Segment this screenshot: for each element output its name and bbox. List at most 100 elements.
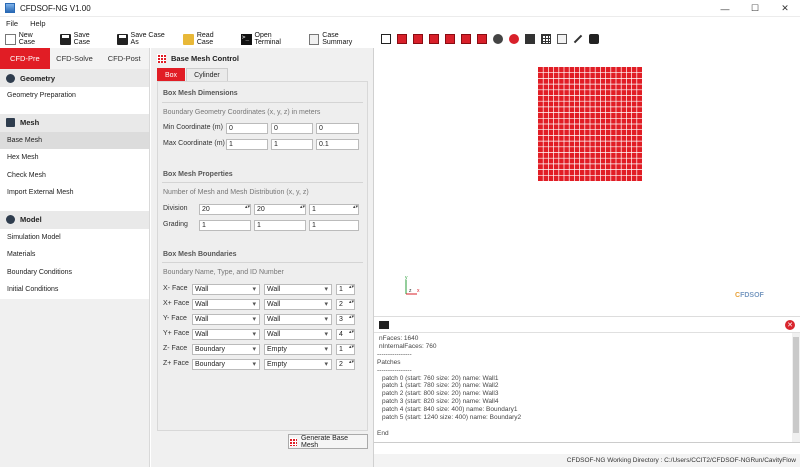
x-minus-id-spinbox[interactable]: 1 bbox=[336, 284, 355, 295]
generate-base-mesh-button[interactable]: Generate Base Mesh bbox=[288, 434, 368, 449]
surface-view-icon[interactable] bbox=[525, 34, 535, 44]
console-line: End bbox=[377, 429, 389, 437]
camera-icon[interactable] bbox=[589, 34, 599, 44]
z-minus-name-select[interactable]: Boundary bbox=[192, 344, 260, 355]
menu-help[interactable]: Help bbox=[24, 19, 51, 28]
x-minus-name-select[interactable]: Wall bbox=[192, 284, 260, 295]
max-y-field[interactable]: 1 bbox=[271, 139, 313, 150]
reset-view-icon[interactable] bbox=[509, 34, 519, 44]
mesh-viewport[interactable]: y z x CFDSOF bbox=[374, 48, 800, 316]
y-plus-id-spinbox[interactable]: 4 bbox=[336, 329, 355, 340]
shape-tabs: Box Cylinder bbox=[151, 68, 373, 81]
mesh-section-title: Mesh bbox=[20, 118, 40, 127]
view-cube-back-icon[interactable] bbox=[413, 34, 423, 44]
mesh-icon bbox=[6, 118, 15, 127]
tab-cfd-solve[interactable]: CFD-Solve bbox=[49, 48, 100, 69]
working-directory: CFDSOF-NG Working Directory : C:/Users/C… bbox=[566, 457, 796, 464]
y-minus-face-label: Y- Face bbox=[163, 315, 187, 322]
z-plus-id-spinbox[interactable]: 2 bbox=[336, 359, 355, 370]
view-cube-bottom-icon[interactable] bbox=[477, 34, 487, 44]
tab-cfd-pre[interactable]: CFD-Pre bbox=[0, 48, 50, 69]
view-cube-top-icon[interactable] bbox=[461, 34, 471, 44]
menu-file[interactable]: File bbox=[0, 19, 24, 28]
settings-tool-icon[interactable] bbox=[573, 34, 583, 44]
cfdsof-logo: CFDSOF bbox=[735, 292, 764, 299]
panel-title: Base Mesh Control bbox=[171, 53, 239, 63]
nav-spacer bbox=[0, 201, 149, 211]
nav-item-base-mesh[interactable]: Base Mesh bbox=[0, 131, 149, 149]
grading-x-field[interactable]: 1 bbox=[199, 220, 251, 231]
y-minus-name-select[interactable]: Wall bbox=[192, 314, 260, 325]
x-plus-name-select[interactable]: Wall bbox=[192, 299, 260, 310]
minimize-button[interactable]: — bbox=[710, 0, 740, 17]
view-cube-right-icon[interactable] bbox=[445, 34, 455, 44]
console-scrollbar[interactable] bbox=[792, 333, 800, 443]
tab-cfd-post[interactable]: CFD-Post bbox=[99, 48, 150, 69]
read-case-button[interactable]: Read Case bbox=[183, 31, 231, 47]
properties-title: Box Mesh Properties bbox=[163, 171, 233, 178]
max-x-field[interactable]: 1 bbox=[226, 139, 268, 150]
properties-description: Number of Mesh and Mesh Distribution (x,… bbox=[163, 189, 309, 196]
save-case-as-button[interactable]: Save Case As bbox=[116, 31, 173, 47]
orientation-axes: y z x bbox=[405, 275, 420, 295]
nav-item-initial-conditions[interactable]: Initial Conditions bbox=[0, 281, 149, 299]
nav-item-import-external-mesh[interactable]: Import External Mesh bbox=[0, 184, 149, 202]
console-line: patch 2 (start: 800 size: 20) name: Wall… bbox=[382, 390, 499, 398]
z-plus-name-select[interactable]: Boundary bbox=[192, 359, 260, 370]
boundaries-description: Boundary Name, Type, and ID Number bbox=[163, 269, 284, 276]
model-section-header[interactable]: Model bbox=[0, 210, 149, 229]
status-bar: CFDSOF-NG Working Directory : C:/Users/C… bbox=[374, 454, 800, 467]
new-file-icon bbox=[5, 33, 16, 45]
division-x-spinbox[interactable]: 20 bbox=[199, 204, 251, 215]
tab-cylinder[interactable]: Cylinder bbox=[186, 68, 228, 81]
nav-item-simulation-model[interactable]: Simulation Model bbox=[0, 228, 149, 246]
nav-item-boundary-conditions[interactable]: Boundary Conditions bbox=[0, 263, 149, 281]
nav-item-hex-mesh[interactable]: Hex Mesh bbox=[0, 149, 149, 167]
z-minus-type-select[interactable]: Empty bbox=[264, 344, 332, 355]
grading-y-field[interactable]: 1 bbox=[254, 220, 306, 231]
min-y-field[interactable]: 0 bbox=[271, 123, 313, 134]
z-plus-type-select[interactable]: Empty bbox=[264, 359, 332, 370]
geometry-section-header[interactable]: Geometry bbox=[0, 69, 149, 87]
view-cube-left-icon[interactable] bbox=[429, 34, 439, 44]
grading-z-field[interactable]: 1 bbox=[309, 220, 359, 231]
fit-view-icon[interactable] bbox=[381, 34, 391, 44]
model-icon bbox=[6, 215, 15, 224]
close-console-icon[interactable]: ✕ bbox=[785, 320, 795, 330]
nav-item-materials[interactable]: Materials bbox=[0, 246, 149, 264]
x-plus-id-spinbox[interactable]: 2 bbox=[336, 299, 355, 310]
save-case-button[interactable]: Save Case bbox=[59, 31, 107, 47]
rotate-icon[interactable] bbox=[493, 34, 503, 44]
y-plus-name-select[interactable]: Wall bbox=[192, 329, 260, 340]
outline-view-icon[interactable] bbox=[557, 34, 567, 44]
max-z-field[interactable]: 0.1 bbox=[316, 139, 359, 150]
x-minus-type-select[interactable]: Wall bbox=[264, 284, 332, 295]
y-minus-id-spinbox[interactable]: 3 bbox=[336, 314, 355, 325]
min-z-field[interactable]: 0 bbox=[316, 123, 359, 134]
console-command-input[interactable] bbox=[374, 442, 800, 454]
maximize-button[interactable]: ☐ bbox=[740, 0, 770, 17]
nav-item-geometry-preparation[interactable]: Geometry Preparation bbox=[0, 87, 149, 105]
y-plus-type-select[interactable]: Wall bbox=[264, 329, 332, 340]
save-icon bbox=[59, 33, 71, 45]
console-output[interactable]: nFaces: 1640 nInternalFaces: 760 ---------… bbox=[374, 332, 800, 443]
new-case-button[interactable]: New Case bbox=[5, 31, 50, 47]
close-button[interactable]: ✕ bbox=[770, 0, 800, 17]
division-y-spinbox[interactable]: 20 bbox=[254, 204, 306, 215]
tab-box[interactable]: Box bbox=[157, 68, 186, 81]
mesh-section-header[interactable]: Mesh bbox=[0, 113, 149, 132]
min-x-field[interactable]: 0 bbox=[226, 123, 268, 134]
console-scroll-thumb[interactable] bbox=[793, 337, 799, 433]
wireframe-view-icon[interactable] bbox=[541, 34, 551, 44]
y-minus-type-select[interactable]: Wall bbox=[264, 314, 332, 325]
z-minus-id-spinbox[interactable]: 1 bbox=[336, 344, 355, 355]
division-z-spinbox[interactable]: 1 bbox=[309, 204, 359, 215]
case-summary-button[interactable]: Case Summary bbox=[308, 31, 369, 47]
open-terminal-button[interactable]: Open Terminal bbox=[240, 31, 299, 47]
view-cube-front-icon[interactable] bbox=[397, 34, 407, 44]
x-plus-type-select[interactable]: Wall bbox=[264, 299, 332, 310]
mesh-grid bbox=[538, 67, 642, 181]
menu-bar: File Help bbox=[0, 17, 800, 30]
console-header: ✕ bbox=[374, 316, 800, 332]
nav-item-check-mesh[interactable]: Check Mesh bbox=[0, 166, 149, 184]
